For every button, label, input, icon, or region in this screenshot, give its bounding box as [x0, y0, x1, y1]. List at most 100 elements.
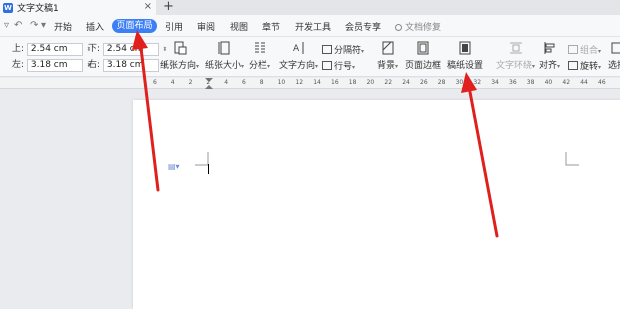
document-tab[interactable]: W 文字文稿1 ×	[0, 0, 156, 15]
columns-label: 分栏	[249, 61, 268, 71]
manuscript-grid-icon	[459, 41, 471, 55]
ruler-tick-label: 34	[491, 79, 499, 86]
tab-insert[interactable]: 插入	[86, 20, 104, 33]
title-bar: W 文字文稿1 × +	[0, 0, 620, 15]
ruler-tick-label: 22	[384, 79, 393, 86]
separator-label: 分隔符	[334, 46, 362, 56]
tab-member[interactable]: 会员专享	[345, 20, 381, 33]
print-preview-icon[interactable]: ▿	[4, 20, 9, 31]
undo-icon[interactable]: ↶	[14, 20, 22, 31]
redo-icon[interactable]: ↷	[30, 20, 38, 31]
ruler-tick-label: 26	[420, 79, 428, 86]
margin-top-input[interactable]: 2.54 cm	[26, 43, 83, 56]
orientation-label: 纸张方向	[160, 61, 197, 71]
ruler-tick-label: 32	[473, 79, 482, 86]
ruler-tick-label: 42	[562, 79, 571, 86]
ruler-tick-label: 4	[170, 79, 175, 86]
page-border-icon	[417, 41, 429, 55]
columns-icon	[254, 42, 265, 53]
ribbon: 上: 2.54 cm ⬍ 下: 2.54 cm ⬍ 左: 3.18 cm ⬍ 右…	[0, 37, 620, 77]
svg-text:A: A	[293, 44, 300, 54]
background-button[interactable]: 背景▾	[377, 40, 398, 71]
ruler-tick-label: 2	[188, 79, 193, 86]
margin-bottom-label: 下:	[88, 44, 101, 54]
manuscript-settings-label: 稿纸设置	[447, 61, 484, 71]
wps-writer-icon: W	[3, 2, 13, 13]
ruler-tick-label: 6	[153, 79, 157, 86]
ruler-tick-label: 8	[259, 79, 264, 86]
text-direction-label: 文字方向	[279, 61, 316, 71]
tab-references[interactable]: 引用	[165, 20, 183, 33]
orientation-button[interactable]: 纸张方向▾	[160, 40, 199, 71]
line-numbers-label: 行号	[334, 62, 353, 72]
tab-developer[interactable]: 开发工具	[295, 20, 331, 33]
separator-button[interactable]: 分隔符▾	[322, 43, 364, 56]
page-border-label: 页面边框	[405, 61, 442, 71]
text-wrap-icon	[509, 42, 522, 54]
group-label: 组合	[580, 46, 599, 56]
tab-view[interactable]: 视图	[230, 20, 248, 33]
ruler-tick-label: 44	[580, 79, 588, 86]
ruler-tick-label: 20	[366, 79, 375, 86]
group-button[interactable]: 组合▾	[568, 43, 601, 56]
align-button[interactable]: 对齐▾	[539, 40, 560, 71]
margin-right-row: 右: 3.18 cm ⬍	[88, 57, 168, 72]
ruler-tick-label: 24	[402, 79, 410, 86]
ruler-tick-label: 12	[295, 79, 304, 86]
align-icon	[544, 42, 555, 54]
line-numbers-icon	[322, 61, 332, 70]
tab-home[interactable]: 开始	[54, 20, 72, 33]
tab-review[interactable]: 审阅	[197, 20, 215, 33]
margin-right-input[interactable]: 3.18 cm	[102, 59, 159, 72]
columns-button[interactable]: 分栏▾	[249, 40, 270, 71]
ruler-tick-label: 36	[509, 79, 517, 86]
margin-top-label: 上:	[12, 44, 25, 54]
paper-size-label: 纸张大小	[205, 61, 242, 71]
line-numbers-button[interactable]: 行号▾	[322, 59, 355, 72]
close-tab-icon[interactable]: ×	[144, 1, 152, 12]
paragraph-layout-icon[interactable]: ▤▾	[168, 162, 180, 171]
ruler-tick-label: 40	[544, 79, 553, 86]
text-cursor	[208, 164, 209, 174]
margin-left-input[interactable]: 3.18 cm	[26, 59, 83, 72]
rotate-button[interactable]: 旋转▾	[568, 59, 601, 72]
ruler-tick-label: 30	[455, 79, 464, 86]
margin-bottom-input[interactable]: 2.54 cm	[102, 43, 159, 56]
doc-repair-search[interactable]: 文档修复	[395, 20, 441, 33]
text-direction-button[interactable]: A 文字方向▾	[279, 40, 318, 71]
ruler-tick-label: 10	[277, 79, 286, 86]
document-workspace: ▤▾	[0, 90, 620, 309]
paper-orientation-icon	[174, 41, 187, 55]
ruler-tick-label: 16	[331, 79, 339, 86]
margin-left-row: 左: 3.18 cm ⬍	[12, 57, 92, 72]
align-label: 对齐	[539, 61, 558, 71]
ruler-tick-label: 2	[206, 79, 211, 86]
text-wrap-button[interactable]: 文字环绕▾	[496, 40, 535, 71]
search-icon	[395, 24, 402, 31]
tab-sections[interactable]: 章节	[262, 20, 280, 33]
horizontal-ruler[interactable]: 6 4 2 2 4 6 8 10 12 14 16 18 20 22 24 26 28 30 32 34 36 38 40 4…	[0, 78, 620, 89]
margin-top-row: 上: 2.54 cm ⬍	[12, 41, 92, 56]
margin-bottom-row: 下: 2.54 cm ⬍	[88, 41, 168, 56]
background-label: 背景	[377, 61, 396, 71]
page-border-button[interactable]: 页面边框	[405, 40, 441, 71]
manuscript-settings-button[interactable]: 稿纸设置	[447, 40, 483, 71]
menu-bar: ▿ ↶ ↷ ▾ 开始 插入 页面布局 引用 审阅 视图 章节 开发工具 会员专享…	[0, 15, 620, 37]
doc-repair-label: 文档修复	[405, 23, 442, 33]
separator-icon	[322, 45, 332, 54]
margin-right-label: 右:	[88, 60, 101, 70]
paper-size-button[interactable]: 纸张大小▾	[205, 40, 244, 71]
ruler-tick-label: 14	[313, 79, 321, 86]
tab-page-layout[interactable]: 页面布局	[112, 19, 157, 33]
rotate-icon	[568, 61, 578, 70]
ruler-tick-label: 6	[242, 79, 246, 86]
new-tab-button[interactable]: +	[163, 0, 174, 14]
background-icon	[382, 41, 394, 55]
selection-pane-button[interactable]: 选择	[608, 40, 620, 71]
document-page[interactable]: ▤▾	[133, 100, 620, 309]
ruler-tick-label: 18	[348, 79, 357, 86]
group-icon	[568, 45, 578, 54]
quick-access-more-icon[interactable]: ▾	[41, 20, 46, 31]
wps-writer-window: W 文字文稿1 × + ▿ ↶ ↷ ▾ 开始 插入 页面布局 引用 审阅 视图 …	[0, 0, 620, 309]
paper-size-icon	[218, 41, 230, 55]
